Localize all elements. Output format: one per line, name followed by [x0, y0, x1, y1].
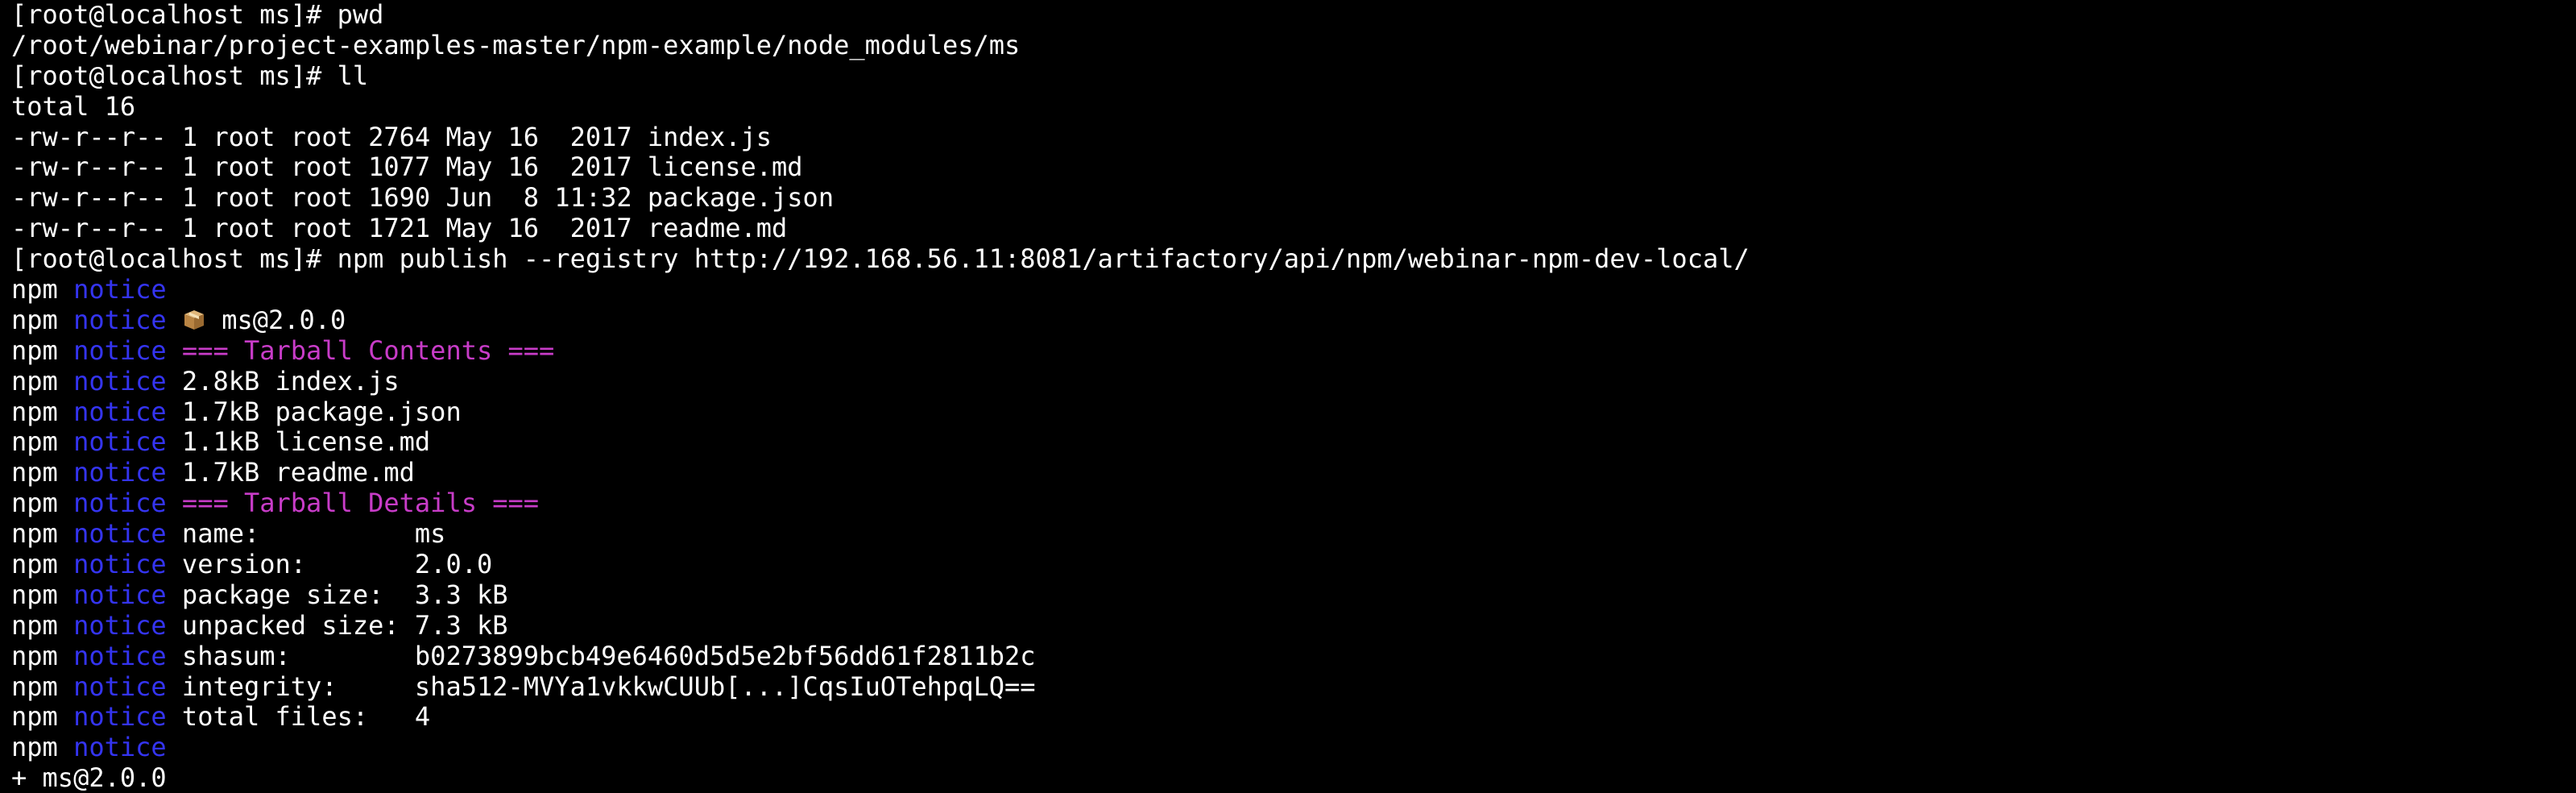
npm-notice-keyword: notice [73, 701, 167, 733]
npm-prefix: npm [11, 304, 58, 335]
npm-prefix: npm [11, 671, 58, 702]
terminal-line: /root/webinar/project-examples-master/np… [11, 29, 2565, 61]
section-header: === Tarball Details === [181, 488, 540, 519]
line-text: + ms@2.0.0 [11, 762, 167, 793]
terminal-line: -rw-r--r-- 1 root root 1690 Jun 8 11:32 … [11, 182, 2565, 214]
notice-text: package size: 3.3 kB [181, 579, 508, 610]
npm-notice-keyword: notice [73, 549, 167, 580]
terminal-line: + ms@2.0.0 [11, 762, 2565, 793]
npm-notice-keyword: notice [73, 365, 167, 396]
npm-notice-keyword: notice [73, 488, 167, 519]
terminal-line: [root@localhost ms]# npm publish --regis… [11, 243, 2565, 275]
notice-text: ms@2.0.0 [222, 304, 346, 335]
terminal-line: npm notice ms@2.0.0 [11, 305, 2565, 336]
npm-notice-keyword: notice [73, 640, 167, 671]
line-text: -rw-r--r-- 1 root root 1721 May 16 2017 … [11, 213, 788, 244]
terminal-line: [root@localhost ms]# ll [11, 60, 2565, 92]
line-text: -rw-r--r-- 1 root root 1690 Jun 8 11:32 … [11, 182, 835, 214]
notice-text: integrity: sha512-MVYa1vkkwCUUb[...]CqsI… [181, 671, 1036, 702]
terminal-line: npm notice 1.1kB license.md [11, 427, 2565, 458]
npm-notice-keyword: notice [73, 579, 167, 610]
npm-notice-keyword: notice [73, 274, 167, 305]
terminal-line: [root@localhost ms]# pwd [11, 0, 2565, 31]
line-text: [root@localhost ms]# npm publish --regis… [11, 243, 1750, 275]
terminal-line: npm notice unpacked size: 7.3 kB [11, 609, 2565, 641]
package-icon [182, 308, 206, 332]
npm-prefix: npm [11, 518, 58, 550]
npm-prefix: npm [11, 488, 58, 519]
notice-text: name: ms [181, 518, 446, 550]
npm-prefix: npm [11, 334, 58, 366]
terminal-line: npm notice [11, 274, 2565, 305]
terminal-line: npm notice total files: 4 [11, 702, 2565, 733]
notice-text: unpacked size: 7.3 kB [181, 609, 508, 641]
notice-text: 2.8kB index.js [181, 365, 400, 396]
npm-prefix: npm [11, 549, 58, 580]
terminal-output[interactable]: [root@localhost ms]# pwd/root/webinar/pr… [0, 0, 2576, 793]
notice-text: version: 2.0.0 [181, 549, 493, 580]
terminal-line: npm notice name: ms [11, 518, 2565, 550]
line-text: /root/webinar/project-examples-master/np… [11, 29, 1021, 60]
line-text: [root@localhost ms]# ll [11, 60, 369, 91]
terminal-line: npm notice integrity: sha512-MVYa1vkkwCU… [11, 671, 2565, 703]
terminal-line: total 16 [11, 90, 2565, 122]
npm-notice-keyword: notice [73, 518, 167, 550]
terminal-line: npm notice 1.7kB package.json [11, 396, 2565, 428]
npm-prefix: npm [11, 426, 58, 458]
notice-text: 1.7kB package.json [181, 396, 462, 427]
npm-notice-keyword: notice [73, 457, 167, 488]
terminal-line: npm notice 2.8kB index.js [11, 365, 2565, 397]
npm-notice-keyword: notice [73, 304, 167, 335]
notice-text: total files: 4 [181, 701, 431, 733]
line-text: -rw-r--r-- 1 root root 1077 May 16 2017 … [11, 152, 803, 183]
npm-prefix: npm [11, 457, 58, 488]
line-text: -rw-r--r-- 1 root root 2764 May 16 2017 … [11, 121, 772, 152]
notice-text: 1.1kB license.md [181, 426, 431, 458]
npm-notice-keyword: notice [73, 426, 167, 458]
terminal-line: -rw-r--r-- 1 root root 1077 May 16 2017 … [11, 152, 2565, 183]
npm-notice-keyword: notice [73, 671, 167, 702]
section-header: === Tarball Contents === [181, 334, 555, 366]
terminal-line: npm notice version: 2.0.0 [11, 549, 2565, 580]
notice-text: 1.7kB readme.md [181, 457, 415, 488]
terminal-line: npm notice === Tarball Contents === [11, 334, 2565, 367]
line-text: [root@localhost ms]# pwd [11, 0, 384, 30]
npm-prefix: npm [11, 701, 58, 733]
line-text: total 16 [11, 90, 136, 122]
npm-notice-keyword: notice [73, 609, 167, 641]
npm-prefix: npm [11, 640, 58, 671]
terminal-line: npm notice shasum: b0273899bcb49e6460d5d… [11, 641, 2565, 672]
terminal-line: -rw-r--r-- 1 root root 2764 May 16 2017 … [11, 122, 2565, 153]
npm-prefix: npm [11, 274, 58, 305]
npm-prefix: npm [11, 732, 58, 763]
npm-prefix: npm [11, 396, 58, 427]
terminal-line: npm notice [11, 732, 2565, 763]
terminal-line: npm notice === Tarball Details === [11, 488, 2565, 519]
terminal-line: npm notice 1.7kB readme.md [11, 457, 2565, 488]
npm-prefix: npm [11, 579, 58, 610]
npm-notice-keyword: notice [73, 334, 167, 366]
npm-prefix: npm [11, 609, 58, 641]
npm-notice-keyword: notice [73, 732, 167, 763]
terminal-line: -rw-r--r-- 1 root root 1721 May 16 2017 … [11, 213, 2565, 244]
notice-text: shasum: b0273899bcb49e6460d5d5e2bf56dd61… [181, 640, 1036, 671]
npm-notice-keyword: notice [73, 396, 167, 427]
npm-prefix: npm [11, 365, 58, 396]
terminal-line: npm notice package size: 3.3 kB [11, 579, 2565, 611]
